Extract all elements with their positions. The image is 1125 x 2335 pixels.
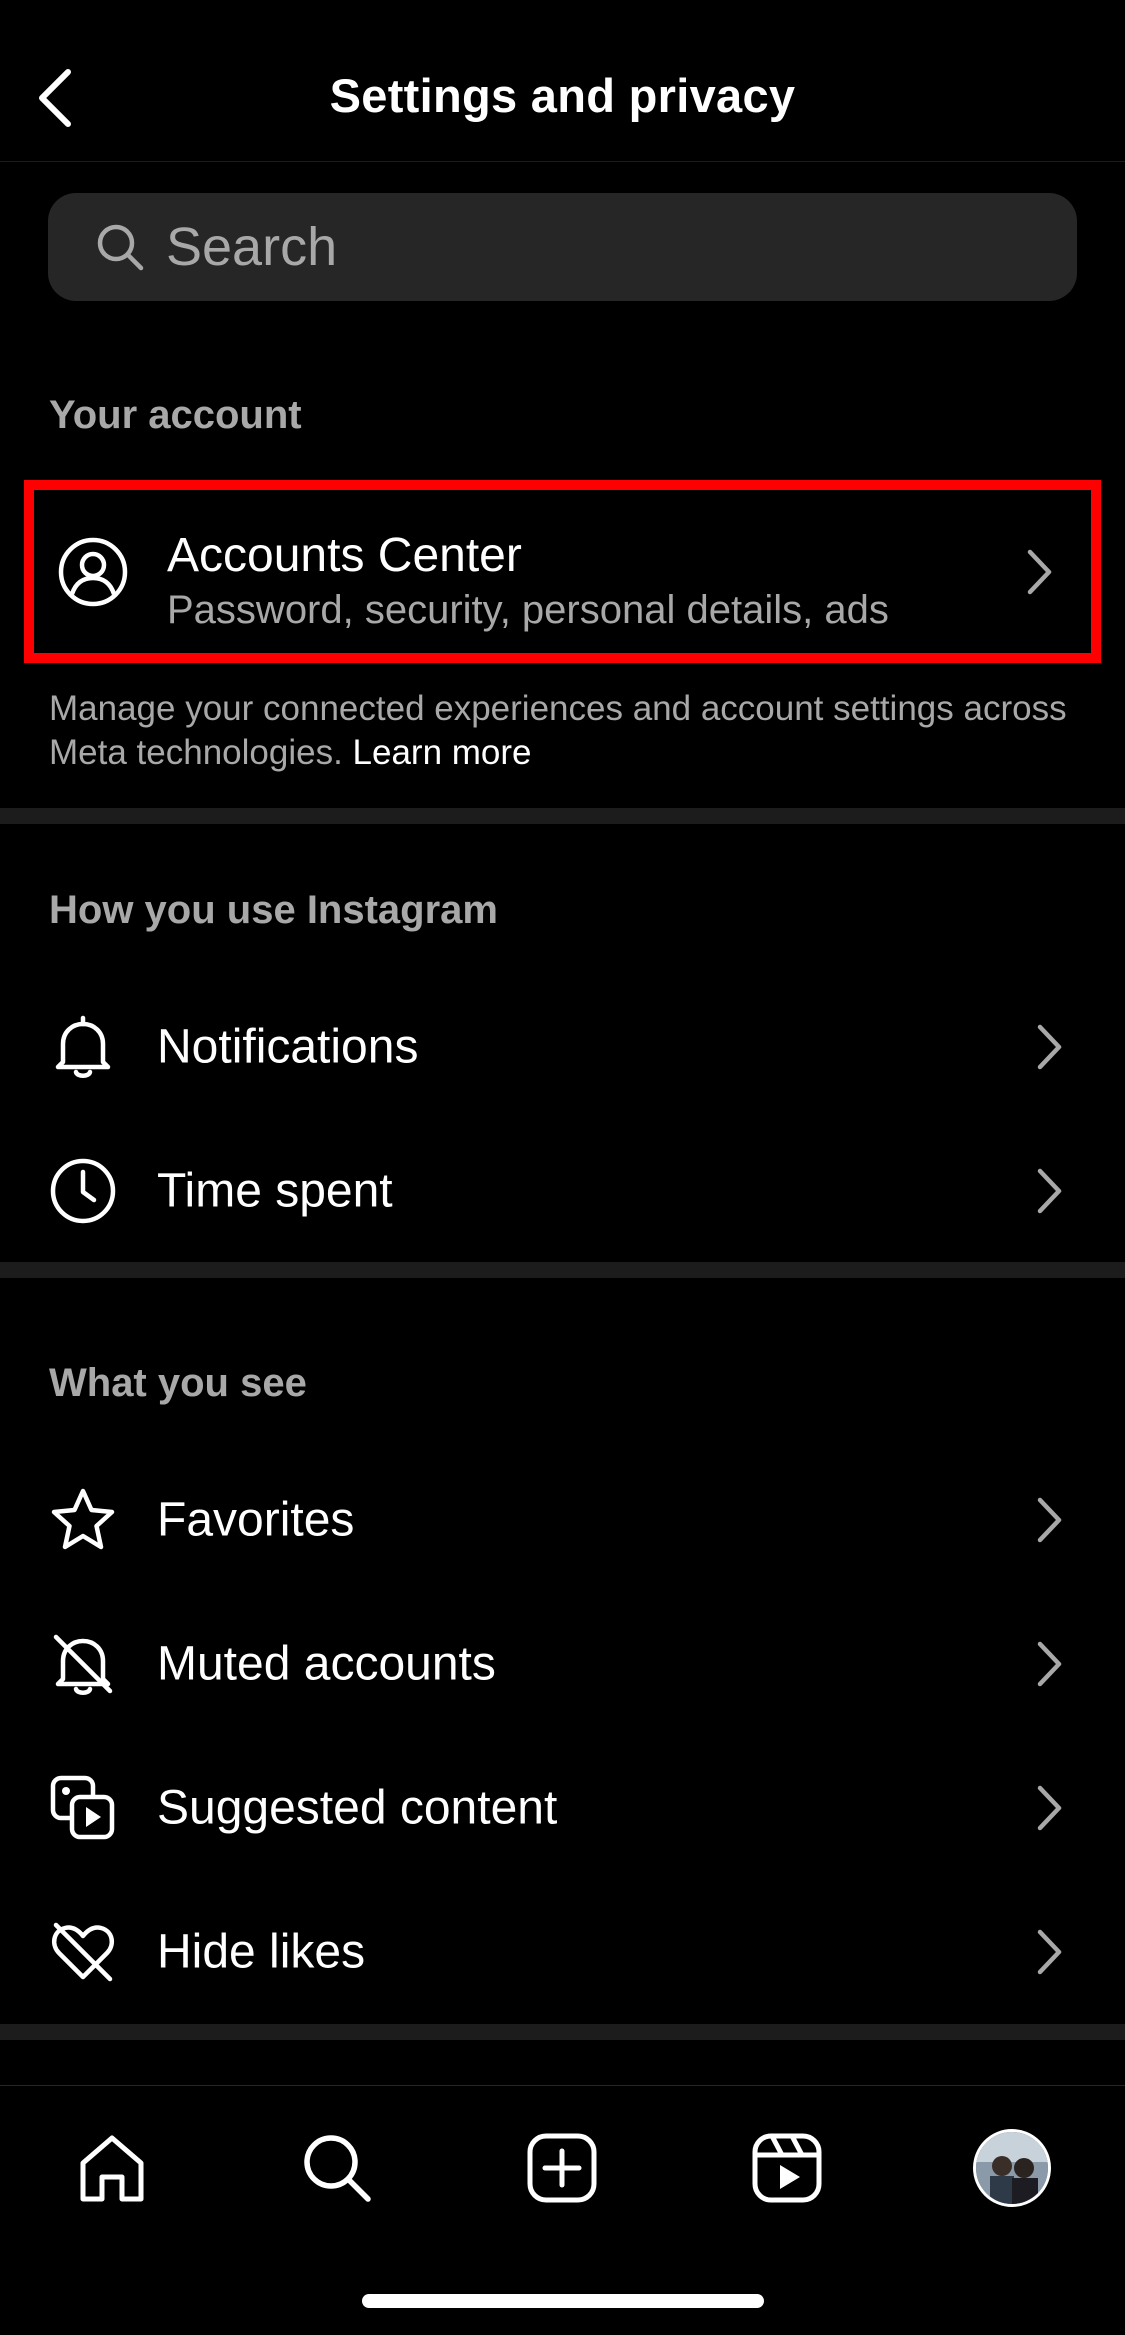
section-label-what-you-see: What you see (49, 1361, 307, 1405)
chevron-right-icon (1021, 546, 1057, 598)
settings-row-suggested-content[interactable]: Suggested content (0, 1738, 1125, 1878)
profile-button[interactable] (962, 2118, 1062, 2218)
hide-likes-label: Hide likes (157, 1925, 366, 1979)
star-icon (46, 1483, 120, 1557)
bell-icon (46, 1010, 120, 1084)
section-label-your-account: Your account (49, 393, 302, 437)
heart-off-icon (46, 1915, 120, 1989)
accounts-center-subtitle: Password, security, personal details, ad… (167, 588, 889, 632)
create-button[interactable] (512, 2118, 612, 2218)
settings-row-notifications[interactable]: Notifications (0, 977, 1125, 1117)
search-bar[interactable] (48, 193, 1077, 301)
accounts-center-row[interactable]: Accounts Center Password, security, pers… (24, 480, 1101, 663)
settings-row-hide-likes[interactable]: Hide likes (0, 1882, 1125, 2022)
reels-button[interactable] (737, 2118, 837, 2218)
search-input[interactable] (166, 216, 1016, 278)
section-divider (0, 808, 1125, 824)
avatar (973, 2129, 1051, 2207)
section-divider (0, 1262, 1125, 1278)
chevron-right-icon (1031, 1782, 1067, 1834)
suggested-content-icon (46, 1771, 120, 1845)
search-icon (304, 2135, 371, 2202)
settings-row-favorites[interactable]: Favorites (0, 1450, 1125, 1590)
create-icon (527, 2133, 597, 2203)
chevron-right-icon (1031, 1165, 1067, 1217)
reels-icon (752, 2133, 822, 2203)
home-button[interactable] (62, 2118, 162, 2218)
suggested-content-label: Suggested content (157, 1781, 558, 1835)
muted-accounts-label: Muted accounts (157, 1637, 496, 1691)
search-icon (97, 224, 144, 271)
description-text: Manage your connected experiences and ac… (49, 689, 1067, 772)
section-label-how-you-use: How you use Instagram (49, 888, 498, 932)
page-title: Settings and privacy (329, 69, 796, 122)
clock-icon (46, 1154, 120, 1228)
learn-more-link[interactable]: Learn more (353, 733, 532, 772)
home-icon (80, 2135, 144, 2202)
favorites-label: Favorites (157, 1493, 355, 1547)
settings-row-muted-accounts[interactable]: Muted accounts (0, 1594, 1125, 1734)
accounts-center-description: Manage your connected experiences and ac… (49, 687, 1079, 775)
chevron-right-icon (1031, 1926, 1067, 1978)
chevron-right-icon (1031, 1021, 1067, 1073)
header: Settings and privacy (0, 0, 1125, 162)
section-divider (0, 2024, 1125, 2040)
home-indicator (362, 2294, 764, 2308)
chevron-right-icon (1031, 1494, 1067, 1546)
settings-row-time-spent[interactable]: Time spent (0, 1121, 1125, 1261)
search-button[interactable] (287, 2118, 387, 2218)
chevron-right-icon (1031, 1638, 1067, 1690)
account-circle-icon (56, 535, 130, 609)
time-spent-label: Time spent (157, 1164, 393, 1218)
accounts-center-title: Accounts Center (167, 529, 522, 582)
muted-bell-icon (46, 1627, 120, 1701)
notifications-label: Notifications (157, 1020, 419, 1074)
